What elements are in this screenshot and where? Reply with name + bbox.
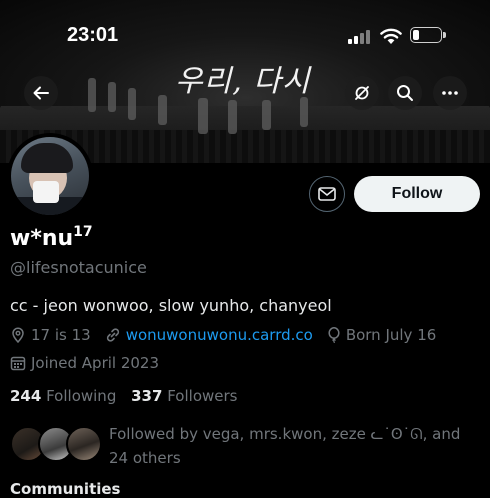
banner-figure: [300, 97, 308, 127]
banner-figure: [158, 95, 167, 125]
joined-item: Joined April 2023: [10, 354, 159, 372]
follow-stats: 244 Following 337 Followers: [10, 387, 247, 405]
link-icon: [106, 328, 119, 342]
balloon-icon: [328, 327, 340, 343]
banner-figure: [262, 100, 271, 130]
banner-figure: [108, 82, 116, 112]
user-handle: @lifesnotacunice: [10, 258, 147, 277]
notification-off-icon: [355, 86, 369, 100]
search-button[interactable]: [388, 76, 422, 110]
location-text: 17 is 13: [31, 326, 91, 344]
followed-by-text[interactable]: Followed by vega, mrs.kwon, zeze ᓚ˙ʘ˙ᘏ, …: [109, 422, 481, 470]
avatar[interactable]: [7, 133, 93, 219]
banner-figure: [198, 98, 208, 134]
mutual-followers-avatars[interactable]: [10, 426, 102, 466]
cellular-signal-icon: [348, 29, 372, 44]
search-icon: [397, 85, 413, 101]
notifications-off-button[interactable]: [345, 76, 379, 110]
profile-bio: cc - jeon wonwoo, slow yunho, chanyeol: [10, 296, 332, 315]
calendar-icon: [10, 356, 26, 371]
following-stat[interactable]: 244 Following: [10, 387, 116, 405]
website-item[interactable]: wonuwonuwonu.carrd.co: [105, 326, 313, 344]
profile-meta: 17 is 13 wonuwonuwonu.carrd.co Born July…: [10, 326, 450, 344]
banner-figure: [88, 78, 96, 112]
follow-button[interactable]: Follow: [354, 176, 480, 212]
location-item: 17 is 13: [10, 326, 91, 344]
message-button[interactable]: [309, 176, 345, 212]
avatar-image: [11, 137, 89, 215]
birthday-text: Born July 16: [345, 326, 437, 344]
status-time: 23:01: [67, 24, 119, 46]
followers-stat[interactable]: 337 Followers: [131, 387, 237, 405]
birthday-item: Born July 16: [327, 326, 436, 344]
status-bar: 23:01: [0, 0, 490, 70]
back-button[interactable]: [24, 76, 58, 110]
wifi-icon: [380, 28, 402, 44]
mutual-avatar: [66, 426, 102, 462]
joined-row: Joined April 2023: [10, 354, 173, 372]
display-name: w*nu17: [10, 224, 93, 251]
more-button[interactable]: [433, 76, 467, 110]
banner-figure: [128, 88, 136, 120]
banner-figure: [228, 100, 237, 134]
location-icon: [12, 327, 24, 343]
joined-text: Joined April 2023: [31, 354, 160, 372]
website-link[interactable]: wonuwonuwonu.carrd.co: [126, 326, 313, 344]
back-arrow-icon: [33, 86, 49, 100]
communities-heading: Communities: [10, 480, 121, 498]
more-icon: [442, 91, 458, 95]
battery-icon: [410, 27, 446, 43]
message-icon: [318, 187, 336, 201]
